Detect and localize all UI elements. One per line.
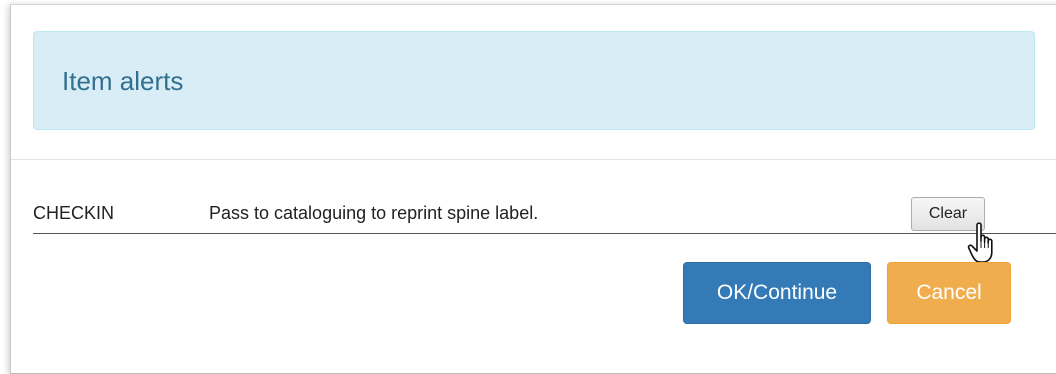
dialog-header: Item alerts xyxy=(33,31,1035,130)
ok-continue-button[interactable]: OK/Continue xyxy=(683,262,871,324)
header-divider xyxy=(11,159,1056,160)
hand-pointer-cursor-icon xyxy=(967,222,993,263)
alert-code: CHECKIN xyxy=(33,203,115,223)
cancel-button[interactable]: Cancel xyxy=(887,262,1011,324)
dialog-title: Item alerts xyxy=(62,66,184,96)
alert-row: CHECKIN Pass to cataloguing to reprint s… xyxy=(33,189,1056,234)
alert-message: Pass to cataloguing to reprint spine lab… xyxy=(209,203,539,223)
item-alerts-dialog: Item alerts CHECKIN Pass to cataloguing … xyxy=(10,4,1056,374)
